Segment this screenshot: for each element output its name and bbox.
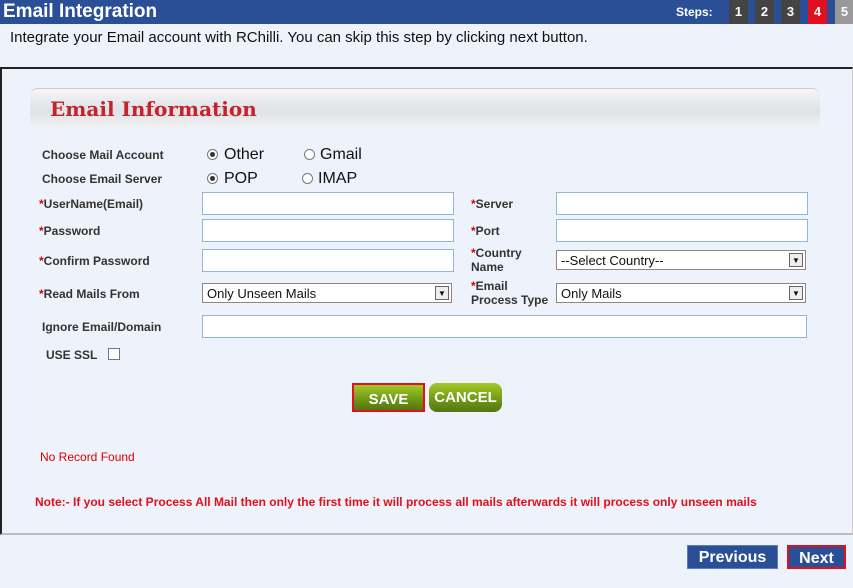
chevron-down-icon: ▼ — [789, 253, 803, 267]
next-button[interactable]: Next — [787, 545, 846, 569]
chevron-down-icon: ▼ — [435, 286, 449, 300]
radio-other[interactable] — [207, 149, 218, 160]
step-2[interactable]: 2 — [755, 0, 774, 24]
ssl-label: USE SSL — [46, 348, 98, 362]
password-input[interactable] — [202, 219, 454, 242]
note-text: Note:- If you select Process All Mail th… — [35, 495, 757, 509]
server-input[interactable] — [556, 192, 808, 215]
read-mails-label: *Read Mails From — [39, 287, 140, 301]
radio-imap[interactable] — [302, 173, 313, 184]
subtitle: Integrate your Email account with RChill… — [10, 29, 588, 46]
process-type-label: *Email Process Type — [471, 279, 549, 307]
radio-gmail[interactable] — [304, 149, 315, 160]
port-input[interactable] — [556, 219, 808, 242]
confirm-password-input[interactable] — [202, 249, 454, 272]
mail-account-label: Choose Mail Account — [42, 148, 164, 162]
radio-gmail-label: Gmail — [320, 146, 362, 163]
email-server-label: Choose Email Server — [42, 172, 163, 186]
confirm-password-label: *Confirm Password — [39, 254, 150, 268]
no-record-text: No Record Found — [40, 450, 135, 464]
section-title: Email Information — [50, 97, 257, 121]
previous-button[interactable]: Previous — [687, 545, 778, 569]
chevron-down-icon: ▼ — [789, 286, 803, 300]
step-3[interactable]: 3 — [781, 0, 800, 24]
read-mails-select[interactable]: Only Unseen Mails ▼ — [202, 283, 452, 303]
steps-label: Steps: — [676, 5, 713, 19]
save-button[interactable]: SAVE — [352, 383, 425, 412]
step-5[interactable]: 5 — [835, 0, 853, 24]
radio-imap-label: IMAP — [318, 170, 358, 187]
country-select[interactable]: --Select Country-- ▼ — [556, 250, 806, 270]
password-label: *Password — [39, 224, 101, 238]
page-title: Email Integration — [3, 1, 158, 22]
step-4[interactable]: 4 — [808, 0, 827, 24]
step-1[interactable]: 1 — [729, 0, 748, 24]
username-input[interactable] — [202, 192, 454, 215]
cancel-button[interactable]: CANCEL — [429, 383, 502, 412]
ssl-checkbox[interactable] — [108, 348, 120, 360]
country-label: *Country Name — [471, 246, 522, 274]
ignore-label: Ignore Email/Domain — [42, 320, 162, 334]
username-label: *UserName(Email) — [39, 197, 144, 211]
ignore-input[interactable] — [202, 315, 807, 338]
radio-pop-label: POP — [224, 170, 258, 187]
port-label: *Port — [471, 224, 500, 238]
server-label: *Server — [471, 197, 514, 211]
radio-other-label: Other — [224, 146, 265, 163]
radio-pop[interactable] — [207, 173, 218, 184]
process-type-select[interactable]: Only Mails ▼ — [556, 283, 806, 303]
